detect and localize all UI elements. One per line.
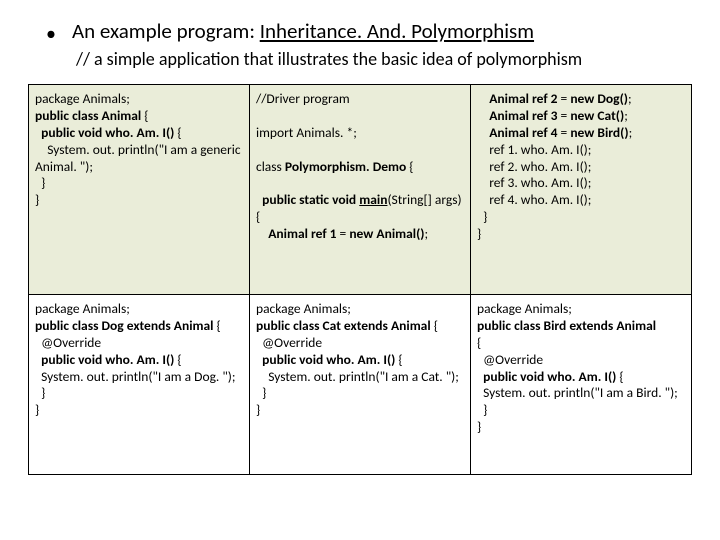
cell-driver-part2: Animal ref 2 = new Dog(); Animal ref 3 =… [471, 85, 692, 295]
code-block: //Driver programimport Animals. *;class … [256, 91, 464, 243]
heading-prefix: An example program: [72, 18, 260, 44]
code-block: package Animals;public class Animal { pu… [35, 91, 243, 209]
cell-dog-class: package Animals;public class Dog extends… [29, 295, 250, 475]
heading-row: • An example program: Inheritance. And. … [46, 18, 692, 46]
code-grid: package Animals;public class Animal { pu… [28, 84, 692, 475]
cell-cat-class: package Animals;public class Cat extends… [250, 295, 471, 475]
code-block: package Animals;public class Dog extends… [35, 301, 243, 419]
bullet-icon: • [46, 22, 56, 46]
heading-link: Inheritance. And. Polymorphism [260, 18, 534, 44]
subtitle: // a simple application that illustrates… [76, 48, 692, 70]
code-block: package Animals;public class Cat extends… [256, 301, 464, 419]
code-block: Animal ref 2 = new Dog(); Animal ref 3 =… [477, 91, 685, 243]
cell-driver-part1: //Driver programimport Animals. *;class … [250, 85, 471, 295]
code-block: package Animals;public class Bird extend… [477, 301, 685, 436]
cell-bird-class: package Animals;public class Bird extend… [471, 295, 692, 475]
heading-text: An example program: Inheritance. And. Po… [72, 18, 534, 44]
cell-animal-class: package Animals;public class Animal { pu… [29, 85, 250, 295]
